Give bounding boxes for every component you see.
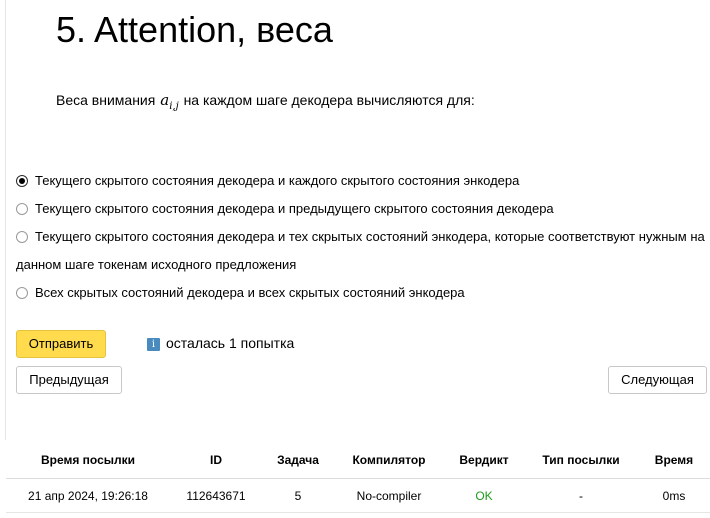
cell-type: - — [524, 478, 638, 513]
attention-weight-formula: ai,j — [160, 91, 179, 112]
question-text: Веса внимания ai,j на каждом шаге декоде… — [56, 90, 475, 117]
answer-option-4[interactable]: Всех скрытых состояний декодера и всех с… — [16, 279, 710, 307]
page-title: 5. Attention, веса — [56, 9, 333, 50]
formula-subscript: i,j — [169, 101, 179, 112]
radio-button-checked[interactable] — [16, 175, 28, 187]
content-left-border — [5, 0, 6, 440]
column-header-task: Задача — [262, 442, 334, 479]
answer-option-1[interactable]: Текущего скрытого состояния декодера и к… — [16, 167, 710, 195]
answer-option-label: Текущего скрытого состояния декодера и п… — [35, 201, 554, 216]
question-text-end: на каждом шаге декодера вычисляются для: — [183, 92, 475, 108]
radio-button[interactable] — [16, 287, 28, 299]
column-header-type: Тип посылки — [524, 442, 638, 479]
next-button[interactable]: Следующая — [608, 366, 707, 394]
submit-button[interactable]: Отправить — [16, 330, 106, 358]
column-header-compiler: Компилятор — [334, 442, 444, 479]
column-header-verdict: Вердикт — [444, 442, 524, 479]
cell-verdict: OK — [444, 478, 524, 513]
table-row[interactable]: 21 апр 2024, 19:26:18 112643671 5 No-com… — [6, 478, 710, 513]
radio-button[interactable] — [16, 231, 28, 243]
answer-option-label: Всех скрытых состояний декодера и всех с… — [35, 285, 465, 300]
cell-id: 112643671 — [170, 478, 262, 513]
answer-options: Текущего скрытого состояния декодера и к… — [16, 167, 710, 307]
question-text-start: Веса внимания — [56, 92, 156, 108]
column-header-duration: Время — [638, 442, 710, 479]
answer-option-2[interactable]: Текущего скрытого состояния декодера и п… — [16, 195, 710, 223]
table-header-row: Время посылки ID Задача Компилятор Верди… — [6, 442, 710, 479]
cell-task: 5 — [262, 478, 334, 513]
column-header-id: ID — [170, 442, 262, 479]
answer-option-3[interactable]: Текущего скрытого состояния декодера и т… — [16, 223, 710, 279]
cell-duration: 0ms — [638, 478, 710, 513]
radio-button[interactable] — [16, 203, 28, 215]
attempts-remaining-text: осталась 1 попытка — [166, 335, 295, 351]
formula-base: a — [160, 91, 170, 109]
cell-time: 21 апр 2024, 19:26:18 — [6, 478, 170, 513]
column-header-time: Время посылки — [6, 442, 170, 479]
cell-compiler: No-compiler — [334, 478, 444, 513]
attempts-remaining: i осталась 1 попытка — [147, 335, 294, 351]
answer-option-label: Текущего скрытого состояния декодера и т… — [16, 229, 705, 272]
answer-option-label: Текущего скрытого состояния декодера и к… — [35, 173, 520, 188]
previous-button[interactable]: Предыдущая — [16, 366, 122, 394]
info-icon: i — [147, 338, 160, 351]
submissions-table: Время посылки ID Задача Компилятор Верди… — [6, 442, 710, 513]
